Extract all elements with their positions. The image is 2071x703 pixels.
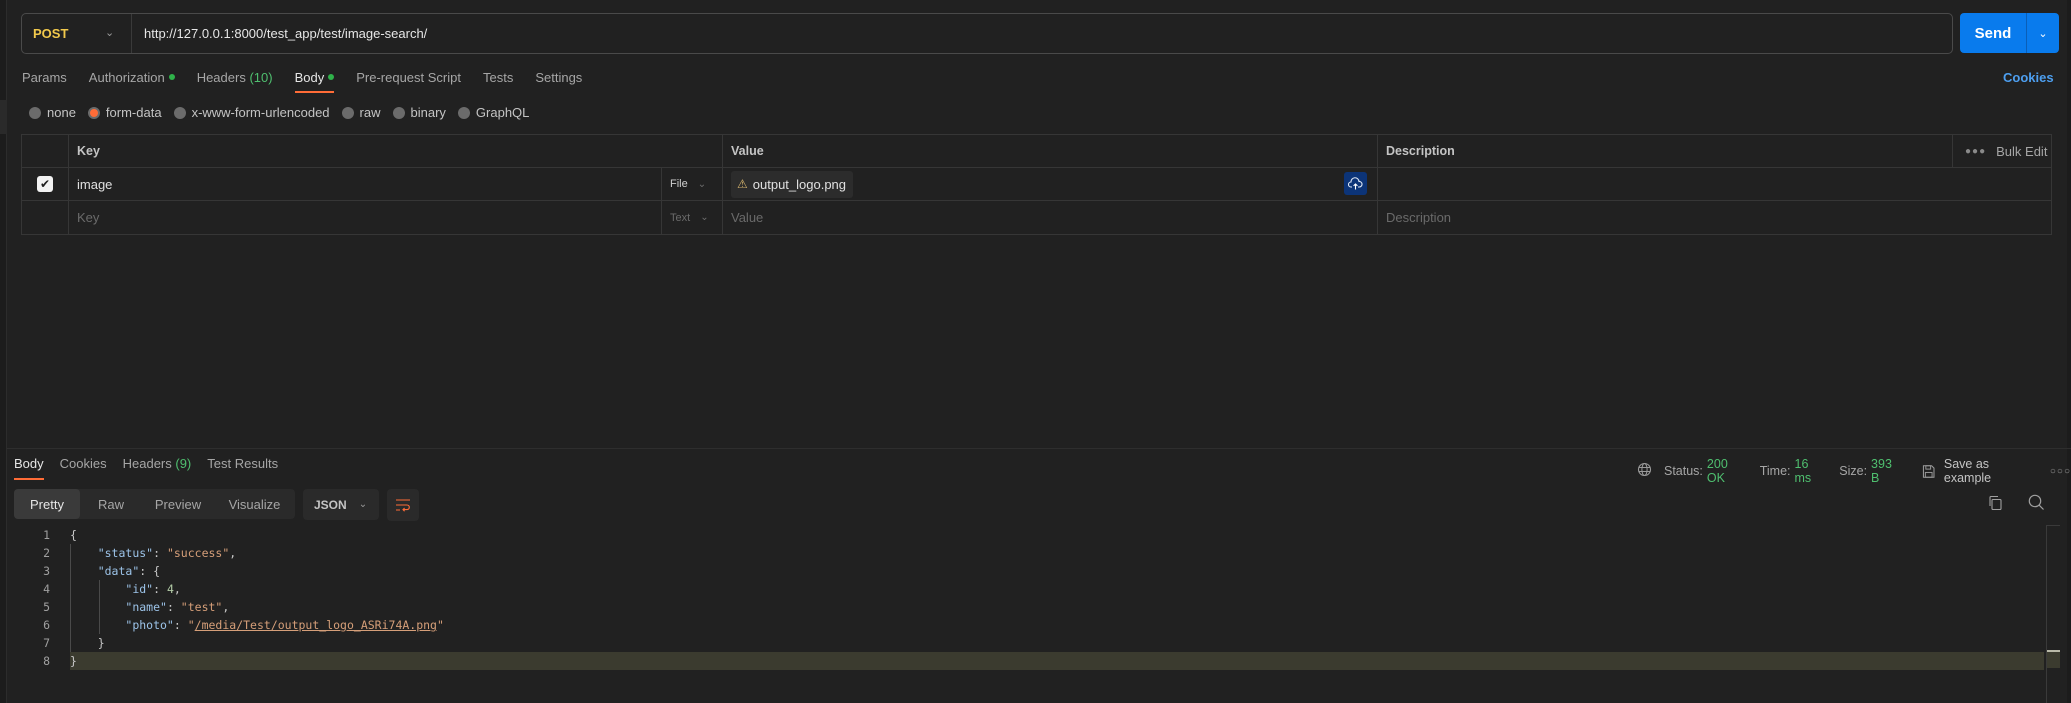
- radio-circle-icon: [392, 106, 405, 119]
- code-line-active: 8}: [14, 652, 2044, 670]
- code-line: 5 "name": "test",: [43, 600, 230, 614]
- row-enabled-checkbox[interactable]: ✔: [37, 176, 53, 192]
- method-select[interactable]: POST ⌄: [22, 14, 132, 53]
- url-input[interactable]: [132, 14, 1952, 53]
- save-icon: [1923, 464, 1935, 478]
- wrap-lines-icon: [396, 499, 410, 512]
- description-cell[interactable]: [1378, 168, 2051, 200]
- left-sidebar-edge: [0, 0, 7, 703]
- body-type-radios: none form-data x-www-form-urlencoded raw…: [29, 105, 541, 120]
- response-tab-body[interactable]: Body: [14, 456, 44, 480]
- code-line: 3 "data": {: [43, 564, 161, 578]
- mode-visualize[interactable]: Visualize: [214, 489, 295, 519]
- status-value[interactable]: 200 OK: [1707, 457, 1748, 485]
- column-header-value: Value: [731, 144, 764, 158]
- response-headers-count: (9): [175, 456, 192, 471]
- file-chip[interactable]: ⚠ output_logo.png: [731, 170, 854, 198]
- radio-circle-icon: [457, 106, 470, 119]
- table-row: ✔ image File ⌄ ⚠ output_logo.png: [22, 168, 2051, 201]
- code-line: 2 "status": "success",: [43, 546, 237, 560]
- method-label: POST: [33, 26, 69, 41]
- status-dot-icon: [328, 74, 335, 80]
- bulk-edit-button[interactable]: ●●● Bulk Edit: [1952, 135, 2051, 167]
- code-line: 1{: [43, 528, 77, 542]
- key-cell[interactable]: image: [69, 168, 662, 200]
- size-value[interactable]: 393 B: [1871, 457, 1902, 485]
- request-url-bar: POST ⌄: [21, 13, 1953, 54]
- table-row-placeholder: Key Text ⌄ Value Description: [22, 201, 2051, 234]
- radio-form-data[interactable]: form-data: [87, 105, 162, 120]
- chevron-down-icon: ⌄: [700, 212, 709, 223]
- code-scrollbar[interactable]: [2046, 525, 2047, 703]
- time-value[interactable]: 16 ms: [1795, 457, 1828, 485]
- code-line: 7 }: [43, 636, 105, 650]
- upload-file-button[interactable]: [1344, 172, 1367, 195]
- send-button[interactable]: Send: [1960, 25, 2026, 42]
- send-options-chevron-icon[interactable]: ⌄: [2027, 27, 2059, 40]
- response-body-code[interactable]: 1{ 2 "status": "success", 3 "data": { 4 …: [14, 526, 2044, 670]
- code-line: 4 "id": 4,: [43, 582, 181, 596]
- response-view-modes: Pretty Raw Preview Visualize: [14, 489, 295, 519]
- radio-circle-icon: [173, 106, 186, 119]
- send-button-group: Send ⌄: [1960, 13, 2059, 53]
- cookies-link[interactable]: Cookies: [2003, 70, 2054, 85]
- response-tabs: Body Cookies Headers (9) Test Results: [14, 456, 294, 480]
- response-tab-cookies[interactable]: Cookies: [60, 456, 107, 480]
- mode-raw[interactable]: Raw: [80, 489, 142, 519]
- radio-circle-icon: [341, 106, 354, 119]
- format-select[interactable]: JSON ⌄: [303, 489, 379, 520]
- column-header-description: Description: [1386, 144, 1455, 158]
- value-cell: ⚠ output_logo.png: [723, 168, 1378, 200]
- headers-count: (10): [249, 70, 273, 85]
- response-tab-test-results[interactable]: Test Results: [207, 456, 278, 480]
- response-meta: Status: 200 OK Time: 16 ms Size: 393 B Save…: [1637, 457, 2071, 485]
- save-as-example-button[interactable]: Save as example: [1922, 457, 2035, 485]
- mode-pretty[interactable]: Pretty: [14, 489, 80, 519]
- radio-binary[interactable]: binary: [392, 105, 446, 120]
- warning-icon: ⚠: [737, 177, 748, 191]
- chevron-down-icon: ⌄: [105, 27, 115, 39]
- response-divider[interactable]: [7, 448, 2071, 449]
- more-options-icon[interactable]: ●●●: [1965, 146, 1986, 157]
- value-input[interactable]: Value: [723, 201, 1378, 234]
- code-line: 6 "photo": "/media/Test/output_logo_ASRi…: [43, 618, 444, 632]
- right-edge: [2067, 0, 2071, 703]
- search-icon[interactable]: [2028, 494, 2045, 514]
- copy-icon[interactable]: [1987, 495, 2003, 514]
- radio-none[interactable]: none: [29, 105, 76, 120]
- chevron-down-icon: ⌄: [697, 178, 707, 190]
- radio-circle-icon: [29, 106, 41, 119]
- mode-preview[interactable]: Preview: [142, 489, 214, 519]
- radio-graphql[interactable]: GraphQL: [457, 105, 529, 120]
- type-select[interactable]: Text ⌄: [662, 201, 723, 234]
- description-input[interactable]: Description: [1378, 201, 2051, 234]
- wrap-lines-button[interactable]: [387, 489, 419, 521]
- key-input[interactable]: Key: [69, 201, 662, 234]
- tab-settings[interactable]: Settings: [535, 66, 582, 111]
- status-dot-icon: [168, 74, 175, 80]
- response-tab-headers[interactable]: Headers (9): [123, 456, 192, 480]
- chevron-down-icon: ⌄: [358, 499, 368, 510]
- cloud-upload-icon: [1348, 177, 1363, 190]
- table-header-row: Key Value Description ●●● Bulk Edit: [22, 135, 2051, 168]
- globe-icon[interactable]: [1637, 462, 1652, 480]
- radio-raw[interactable]: raw: [341, 105, 381, 120]
- photo-url-link[interactable]: /media/Test/output_logo_ASRi74A.png: [195, 618, 437, 632]
- type-select[interactable]: File ⌄: [662, 168, 723, 200]
- more-options-icon[interactable]: ○○○: [2050, 466, 2071, 477]
- radio-x-www-form-urlencoded[interactable]: x-www-form-urlencoded: [173, 105, 330, 120]
- scrollbar-thumb[interactable]: [2047, 650, 2060, 652]
- column-header-key: Key: [77, 144, 100, 158]
- radio-selected-icon: [87, 106, 100, 119]
- form-data-table: Key Value Description ●●● Bulk Edit ✔ ima…: [21, 134, 2052, 235]
